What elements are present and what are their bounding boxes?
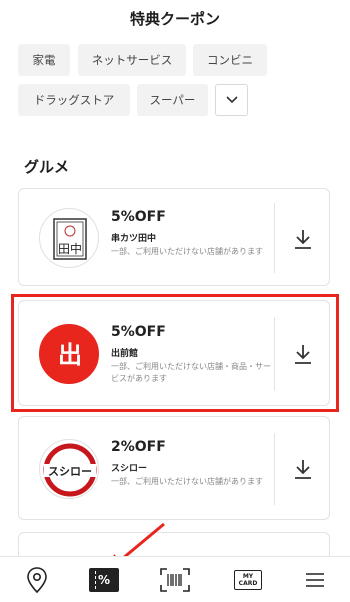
location-pin-icon	[27, 567, 47, 593]
chip-label: ネットサービス	[91, 53, 173, 67]
chip-label: 家電	[32, 53, 56, 67]
section-title: グルメ	[24, 158, 70, 176]
download-icon[interactable]	[291, 227, 315, 251]
kushikatsu-tanaka-logo: 田中	[39, 208, 99, 268]
coupon-card-kushikatsu[interactable]: 田中 5%OFF 串カツ田中 一部、ご利用いただけない店舗があります	[18, 188, 330, 286]
filter-chip-drugstore[interactable]: ドラッグストア	[18, 84, 130, 116]
chevron-down-icon	[225, 96, 238, 104]
filter-chip-convenience[interactable]: コンビニ	[193, 44, 267, 76]
coupon-store-name: スシロー	[111, 464, 148, 474]
coupon-discount: 5%OFF	[111, 209, 166, 225]
tab-barcode[interactable]	[158, 565, 192, 595]
coupon-card-sushiro[interactable]: スシロー 2%OFF スシロー 一部、ご利用いただけない店舗があります	[18, 416, 330, 520]
coupon-icon-label: %	[97, 573, 111, 587]
mycard-line2: CARD	[238, 580, 258, 587]
filter-more-button[interactable]	[215, 84, 248, 116]
tab-menu[interactable]	[302, 565, 328, 595]
card-divider	[274, 203, 275, 273]
filter-chip-supermarket[interactable]: スーパー	[137, 84, 208, 116]
hamburger-menu-icon	[306, 573, 324, 587]
card-divider	[274, 433, 275, 505]
mycard-icon: MY CARD	[234, 570, 262, 590]
mycard-line1: MY	[242, 573, 254, 580]
tab-mycard[interactable]: MY CARD	[232, 565, 264, 595]
chip-label: ドラッグストア	[33, 93, 115, 107]
tab-coupon[interactable]: %	[88, 565, 120, 595]
highlight-box	[11, 294, 339, 412]
chip-label: スーパー	[149, 93, 196, 107]
sushiro-logo-text: スシロー	[48, 465, 92, 478]
sushiro-logo: スシロー	[39, 439, 99, 499]
coupon-store-name: 串カツ田中	[111, 234, 157, 244]
chip-label: コンビニ	[207, 53, 253, 67]
bottom-tabbar: % MY CARD	[0, 556, 350, 602]
tab-map[interactable]	[22, 565, 52, 595]
download-icon[interactable]	[291, 457, 315, 481]
coupon-icon: %	[89, 568, 119, 592]
page-title: 特典クーポン	[129, 10, 220, 28]
filter-chip-appliances[interactable]: 家電	[18, 44, 70, 76]
coupon-note: 一部、ご利用いただけない店舗があります	[111, 247, 263, 256]
barcode-scan-icon	[160, 568, 190, 592]
coupon-discount: 2%OFF	[111, 439, 166, 455]
coupon-note: 一部、ご利用いただけない店舗があります	[111, 477, 263, 486]
svg-text:田中: 田中	[58, 241, 82, 256]
filter-chip-net-service[interactable]: ネットサービス	[78, 44, 186, 76]
